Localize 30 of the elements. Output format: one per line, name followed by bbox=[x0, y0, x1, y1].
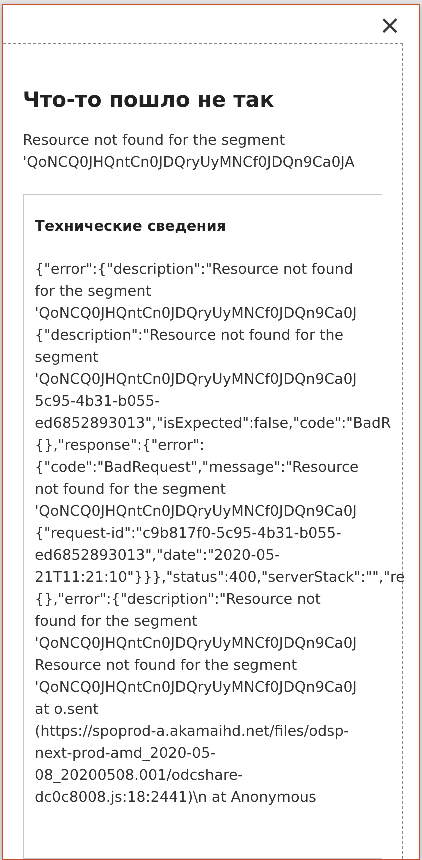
dialog-title: Что-то пошло не так bbox=[23, 88, 276, 112]
details-title: Технические сведения bbox=[35, 219, 228, 235]
details-line: ed6852893013","date":"2020-05- bbox=[35, 547, 280, 566]
details-line: (https://spoprod-a.akamaihd.net/files/odsp- bbox=[35, 723, 350, 742]
details-line: {},"error":{"description":"Resource not bbox=[35, 591, 321, 610]
details-line: ed6852893013","isExpected":false,"code":"BadR bbox=[35, 415, 392, 434]
error-message: 'QoNCQ0JHQntCn0JDQryUyMNCf0JDQn9Ca0JA bbox=[23, 154, 355, 173]
details-line: 'QoNCQ0JHQntCn0JDQryUyMNCf0JDQn9Ca0J bbox=[35, 503, 358, 522]
details-line: 'QoNCQ0JHQntCn0JDQryUyMNCf0JDQn9Ca0J bbox=[35, 635, 358, 654]
details-line: at o.sent bbox=[35, 701, 99, 720]
details-line: 'QoNCQ0JHQntCn0JDQryUyMNCf0JDQn9Ca0J bbox=[35, 371, 358, 390]
details-line: for the segment bbox=[35, 283, 152, 302]
details-line: {},"response":{"error": bbox=[35, 437, 205, 456]
details-line: dc0c8008.js:18:2441)\n at Anonymous bbox=[35, 789, 317, 808]
details-line: {"error":{"description":"Resource not found bbox=[35, 261, 354, 280]
details-line: 'QoNCQ0JHQntCn0JDQryUyMNCf0JDQn9Ca0J bbox=[35, 305, 358, 324]
details-line: next-prod-amd_2020-05- bbox=[35, 745, 216, 764]
details-line: {"code":"BadRequest","message":"Resource bbox=[35, 459, 359, 478]
details-line: Resource not found for the segment bbox=[35, 657, 298, 676]
details-line: segment bbox=[35, 349, 99, 368]
details-line: 5c95-4b31-b055- bbox=[35, 393, 160, 412]
details-line: {"request-id":"c9b817f0-5c95-4b31-b055- bbox=[35, 525, 342, 544]
details-line: 'QoNCQ0JHQntCn0JDQryUyMNCf0JDQn9Ca0J bbox=[35, 679, 358, 698]
details-line: 08_20200508.001/odcshare- bbox=[35, 767, 244, 786]
details-line: not found for the segment bbox=[35, 481, 226, 500]
details-line: found for the segment bbox=[35, 613, 198, 632]
details-line: {"description":"Resource not found for the bbox=[35, 327, 344, 346]
close-button[interactable]: × bbox=[375, 13, 405, 39]
details-line: 21T11:21:10"}}},"status":400,"serverStack":"","re bbox=[35, 569, 405, 588]
error-message: Resource not found for the segment bbox=[23, 132, 286, 151]
